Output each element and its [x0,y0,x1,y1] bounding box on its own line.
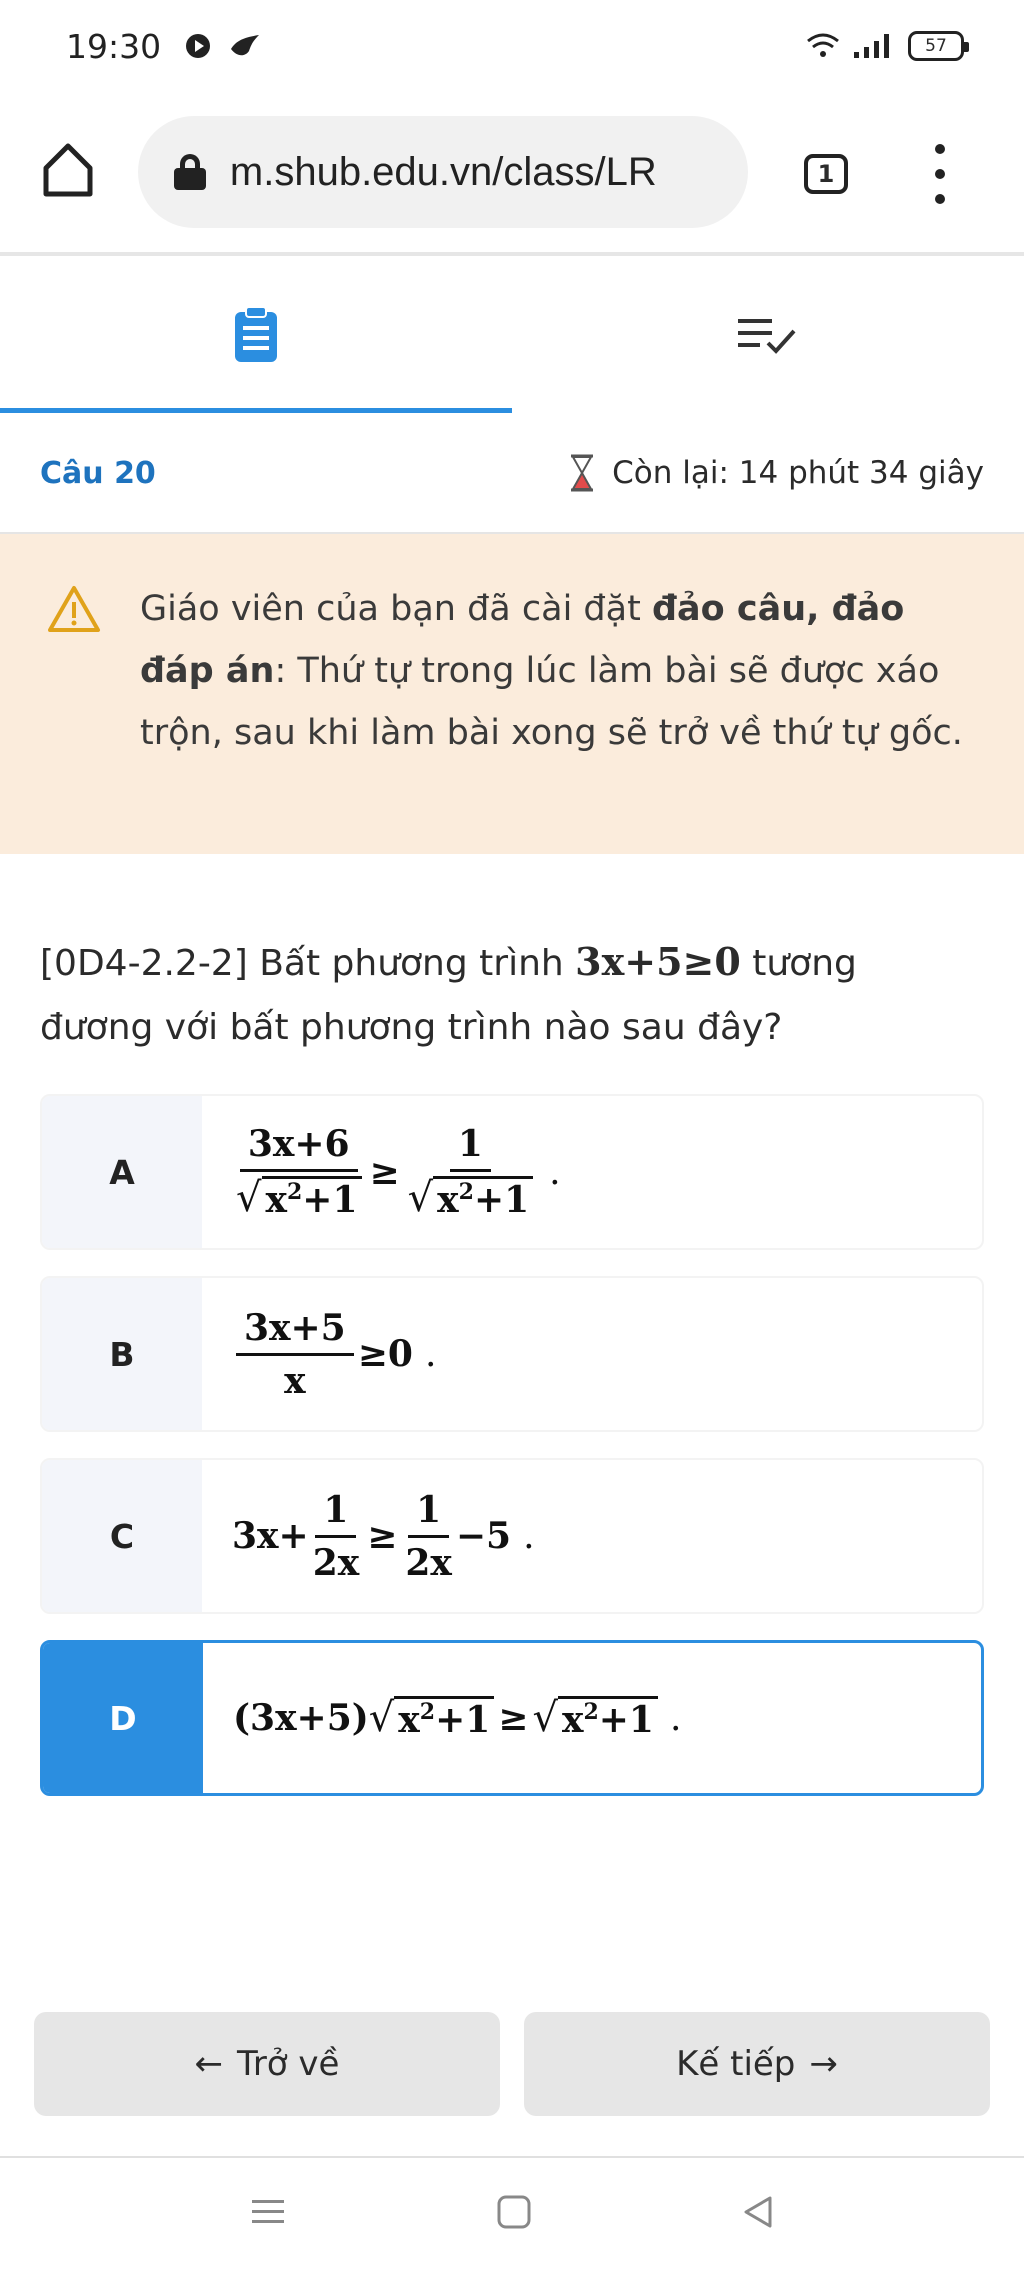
option-letter: C [42,1460,202,1612]
answer-option-d[interactable]: D (3x+5) √ x2+1 ≥ √ x2+1 . [40,1640,984,1796]
browser-toolbar: m.shub.edu.vn/class/LR 1 [0,92,1024,252]
wifi-icon [807,33,839,57]
browser-menu-icon[interactable] [930,144,950,204]
status-bar: 19:30 57 [0,0,1024,92]
question-number: Câu 20 [40,455,156,491]
checklist-icon [738,319,796,354]
question-code: [0D4-2.2-2] [40,943,248,984]
arrow-right-icon: → [809,2044,838,2084]
shuffle-warning: Giáo viên của bạn đã cài đặt đảo câu, đả… [0,534,1024,854]
option-letter: B [42,1278,202,1430]
answer-option-b[interactable]: B 3x+5 x ≥0 . [40,1276,984,1432]
url-text: m.shub.edu.vn/class/LR [229,149,657,194]
next-button-label: Kế tiếp [676,2044,796,2084]
system-nav-bar [0,2158,1024,2276]
question-header: Câu 20 Còn lại: 14 phút 34 giây [0,414,1024,534]
countdown-timer: Còn lại: 14 phút 34 giây [568,454,984,492]
battery-level: 57 [925,36,947,56]
tab-questions[interactable] [0,256,512,414]
tab-count: 1 [817,160,835,188]
status-time: 19:30 [66,26,162,66]
tab-answer-list[interactable] [512,256,1024,414]
question-text: [0D4-2.2-2] Bất phương trình 3x+5≥0 tươn… [40,939,857,1048]
recents-menu-icon[interactable] [248,2192,288,2232]
back-button-label: Trở về [237,2044,340,2084]
warning-text: Giáo viên của bạn đã cài đặt đảo câu, đả… [140,589,963,753]
option-formula: 3x+5 x ≥0 . [202,1278,982,1430]
active-tab-indicator [0,408,512,413]
option-letter: D [43,1643,203,1793]
option-formula: 3x+6 √ x2+1 ≥ 1 √ x2+1 . [236,1123,561,1221]
signal-icon [854,34,889,58]
hourglass-icon [571,454,594,492]
answer-option-c[interactable]: C 3x+ 1 2x ≥ 1 2x −5 . [40,1458,984,1614]
bird-icon [231,35,260,56]
answer-option-a[interactable]: A 3x+6 √ x2+1 ≥ 1 √ x2+1 . [40,1094,984,1250]
media-icon [186,34,211,58]
lock-icon [174,154,206,190]
next-button[interactable]: Kế tiếp → [524,2012,990,2116]
clipboard-icon [235,306,277,362]
home-icon[interactable] [40,140,96,200]
address-bar[interactable]: m.shub.edu.vn/class/LR [138,116,748,228]
option-formula: 3x+ 1 2x ≥ 1 2x −5 . [232,1488,535,1584]
exam-tabs [0,256,1024,414]
tab-switcher-button[interactable]: 1 [804,154,848,194]
timer-text: Còn lại: 14 phút 34 giây [612,455,984,491]
back-button[interactable]: ← Trở về [34,2012,500,2116]
home-square-icon[interactable] [494,2192,534,2232]
arrow-left-icon: ← [194,2044,224,2084]
option-formula: (3x+5) √ x2+1 ≥ √ x2+1 . [233,1694,682,1741]
battery-icon: 57 [908,31,969,61]
back-triangle-icon[interactable] [738,2192,778,2232]
warning-icon [48,586,100,632]
option-letter: A [42,1096,202,1248]
question-math: 3x+5≥0 [575,939,741,984]
